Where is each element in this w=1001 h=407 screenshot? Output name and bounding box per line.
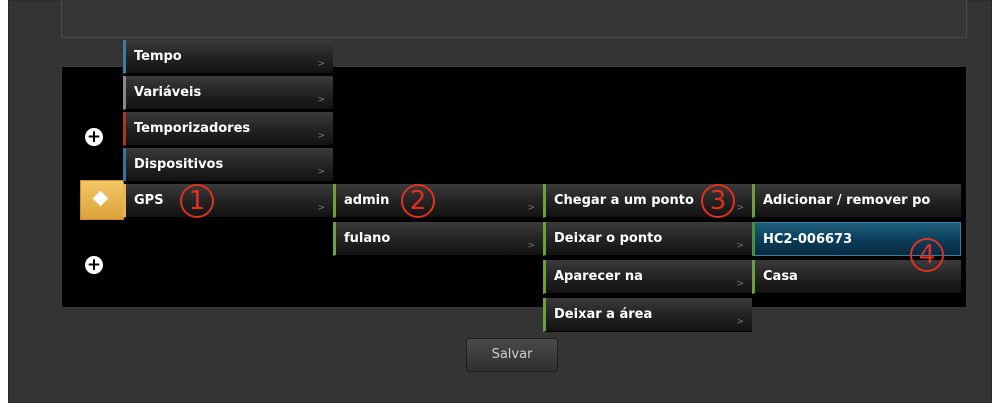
chevron-right-icon: > <box>317 59 325 69</box>
menu-item-label: admin <box>344 193 390 208</box>
menu-item-label: GPS <box>134 193 164 208</box>
menu-item-tempo[interactable]: Tempo > <box>123 40 333 74</box>
menu-item-label: Aparecer na <box>554 269 643 284</box>
menu-item-deixar-o-ponto[interactable]: Deixar o ponto > <box>543 222 752 256</box>
menu-item-label: Dispositivos <box>134 157 224 172</box>
menu-item-deixar-a-area[interactable]: Deixar a área > <box>543 298 752 332</box>
chevron-right-icon: > <box>527 241 535 251</box>
menu-item-temporizadores[interactable]: Temporizadores > <box>123 112 333 146</box>
chevron-right-icon: > <box>736 317 744 327</box>
chevron-right-icon: > <box>317 167 325 177</box>
menu-item-adicionar-remover[interactable]: Adicionar / remover po <box>752 184 961 218</box>
menu-item-fulano[interactable]: fulano > <box>333 222 543 256</box>
callout-4: 4 <box>910 238 944 272</box>
add-block-icon[interactable]: + <box>85 256 103 274</box>
callout-3: 3 <box>701 184 735 218</box>
menu-item-admin[interactable]: admin > <box>333 184 543 218</box>
menu-item-gps[interactable]: GPS > <box>123 184 333 218</box>
diamond-icon <box>92 190 109 207</box>
menu-item-label: Variáveis <box>134 85 202 100</box>
menu-item-label: Tempo <box>134 49 182 64</box>
chevron-right-icon: > <box>317 203 325 213</box>
menu-item-label: Chegar a um ponto <box>554 193 694 208</box>
add-block-icon[interactable]: + <box>85 128 103 146</box>
menu-item-label: Adicionar / remover po <box>763 193 931 208</box>
chevron-right-icon: > <box>527 203 535 213</box>
save-button[interactable]: Salvar <box>466 338 558 372</box>
callout-2: 2 <box>401 184 435 218</box>
chevron-right-icon: > <box>736 203 744 213</box>
gps-block-tile[interactable] <box>80 180 124 220</box>
chevron-right-icon: > <box>736 241 744 251</box>
menu-item-label: Deixar o ponto <box>554 231 663 246</box>
menu-item-dispositivos[interactable]: Dispositivos > <box>123 148 333 182</box>
top-area <box>61 0 967 38</box>
menu-item-variaveis[interactable]: Variáveis > <box>123 76 333 110</box>
menu-item-label: Casa <box>763 269 798 284</box>
menu-item-label: HC2-006673 <box>763 231 853 247</box>
menu-item-aparecer-na[interactable]: Aparecer na > <box>543 260 752 294</box>
menu-item-label: fulano <box>344 231 391 246</box>
chevron-right-icon: > <box>317 95 325 105</box>
chevron-right-icon: > <box>317 131 325 141</box>
menu-item-label: Temporizadores <box>134 121 251 136</box>
menu-item-label: Deixar a área <box>554 307 653 322</box>
chevron-right-icon: > <box>736 279 744 289</box>
callout-1: 1 <box>180 184 214 218</box>
